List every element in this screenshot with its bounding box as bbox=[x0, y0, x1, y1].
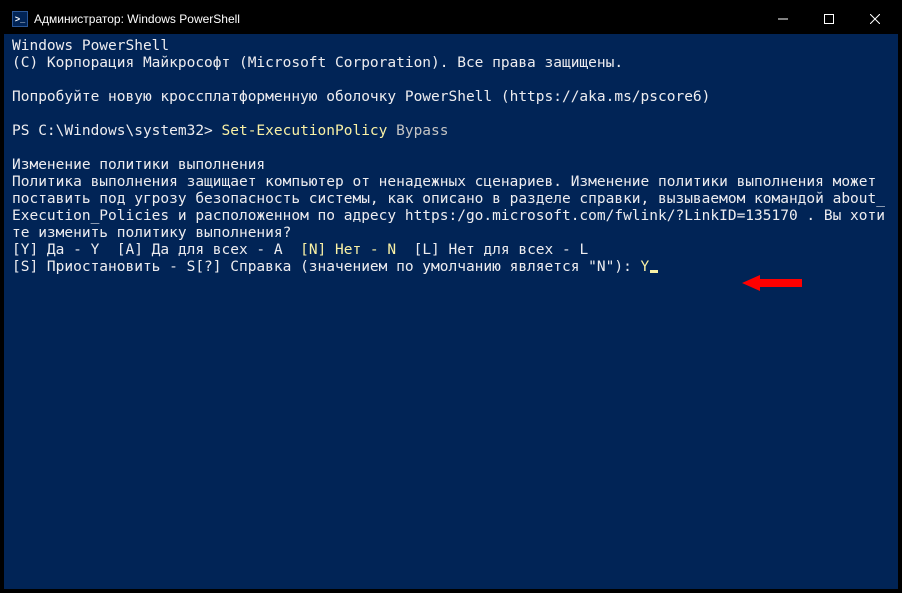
opts1-mid: [N] Нет - N bbox=[300, 242, 396, 258]
user-input: Y bbox=[641, 259, 650, 275]
titlebar-left: >_ Администратор: Windows PowerShell bbox=[4, 11, 240, 27]
close-button[interactable] bbox=[852, 4, 898, 34]
ps-tryline: Попробуйте новую кроссплатформенную обол… bbox=[12, 89, 710, 105]
powershell-icon: >_ bbox=[12, 11, 28, 27]
prompt: PS C:\Windows\system32> bbox=[12, 123, 222, 139]
terminal-output[interactable]: Windows PowerShell (C) Корпорация Майкро… bbox=[4, 34, 898, 284]
argument: Bypass bbox=[387, 123, 448, 139]
titlebar[interactable]: >_ Администратор: Windows PowerShell bbox=[4, 4, 898, 34]
window-controls bbox=[760, 4, 898, 34]
maximize-button[interactable] bbox=[806, 4, 852, 34]
policy-title: Изменение политики выполнения bbox=[12, 157, 265, 173]
opts2-pre: [S] Приостановить - S[?] Справка (значен… bbox=[12, 259, 641, 275]
ps-header-1: Windows PowerShell bbox=[12, 38, 169, 54]
command: Set-ExecutionPolicy bbox=[222, 123, 388, 139]
opts1-pre: [Y] Да - Y [A] Да для всех - A bbox=[12, 242, 300, 258]
minimize-button[interactable] bbox=[760, 4, 806, 34]
opts1-post: [L] Нет для всех - L bbox=[396, 242, 588, 258]
ps-header-2: (C) Корпорация Майкрософт (Microsoft Cor… bbox=[12, 55, 623, 71]
powershell-window: >_ Администратор: Windows PowerShell Win… bbox=[0, 0, 902, 593]
policy-body: Политика выполнения защищает компьютер о… bbox=[12, 174, 885, 241]
window-title: Администратор: Windows PowerShell bbox=[34, 12, 240, 26]
cursor bbox=[650, 270, 658, 273]
